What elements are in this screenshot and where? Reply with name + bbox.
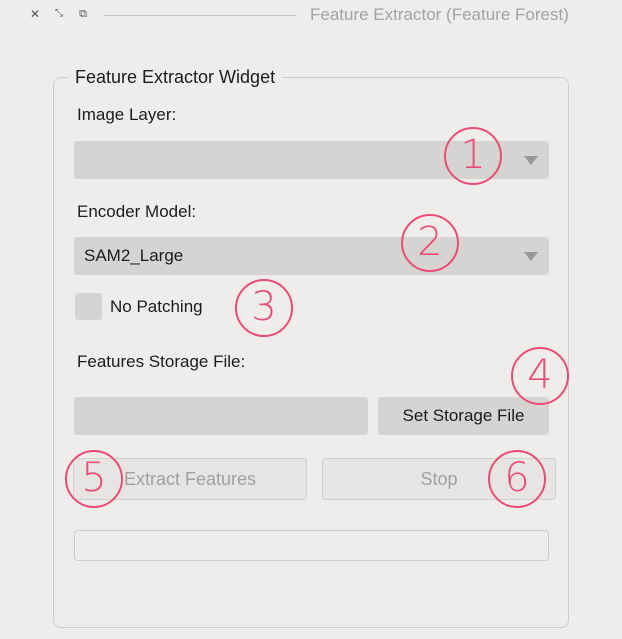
storage-file-label: Features Storage File: (77, 352, 246, 371)
encoder-model-dropdown[interactable]: SAM2_Large (74, 237, 549, 275)
set-storage-file-button[interactable]: Set Storage File (378, 397, 549, 435)
callout-1: 1 (444, 127, 502, 185)
group-title: Feature Extractor Widget (68, 67, 283, 88)
progress-bar (74, 530, 549, 561)
window-title: Feature Extractor (Feature Forest) (310, 5, 569, 24)
storage-file-field[interactable] (74, 397, 368, 435)
undock-icon[interactable]: ⤡ (52, 6, 66, 22)
close-icon[interactable]: ✕ (28, 6, 42, 22)
chevron-down-icon (524, 156, 538, 165)
encoder-model-value: SAM2_Large (84, 246, 184, 265)
title-divider (104, 15, 296, 16)
callout-4: 4 (511, 347, 569, 405)
title-bar: ✕ ⤡ ⧉ Feature Extractor (Feature Forest) (0, 0, 622, 30)
float-icon[interactable]: ⧉ (76, 6, 90, 22)
no-patching-label[interactable]: No Patching (110, 297, 203, 317)
callout-3: 3 (235, 279, 293, 337)
image-layer-label: Image Layer: (77, 105, 177, 124)
callout-2: 2 (401, 214, 459, 272)
callout-6: 6 (488, 450, 546, 508)
chevron-down-icon (524, 252, 538, 261)
no-patching-checkbox[interactable] (75, 293, 102, 320)
callout-5: 5 (65, 450, 123, 508)
encoder-model-label: Encoder Model: (77, 202, 197, 221)
